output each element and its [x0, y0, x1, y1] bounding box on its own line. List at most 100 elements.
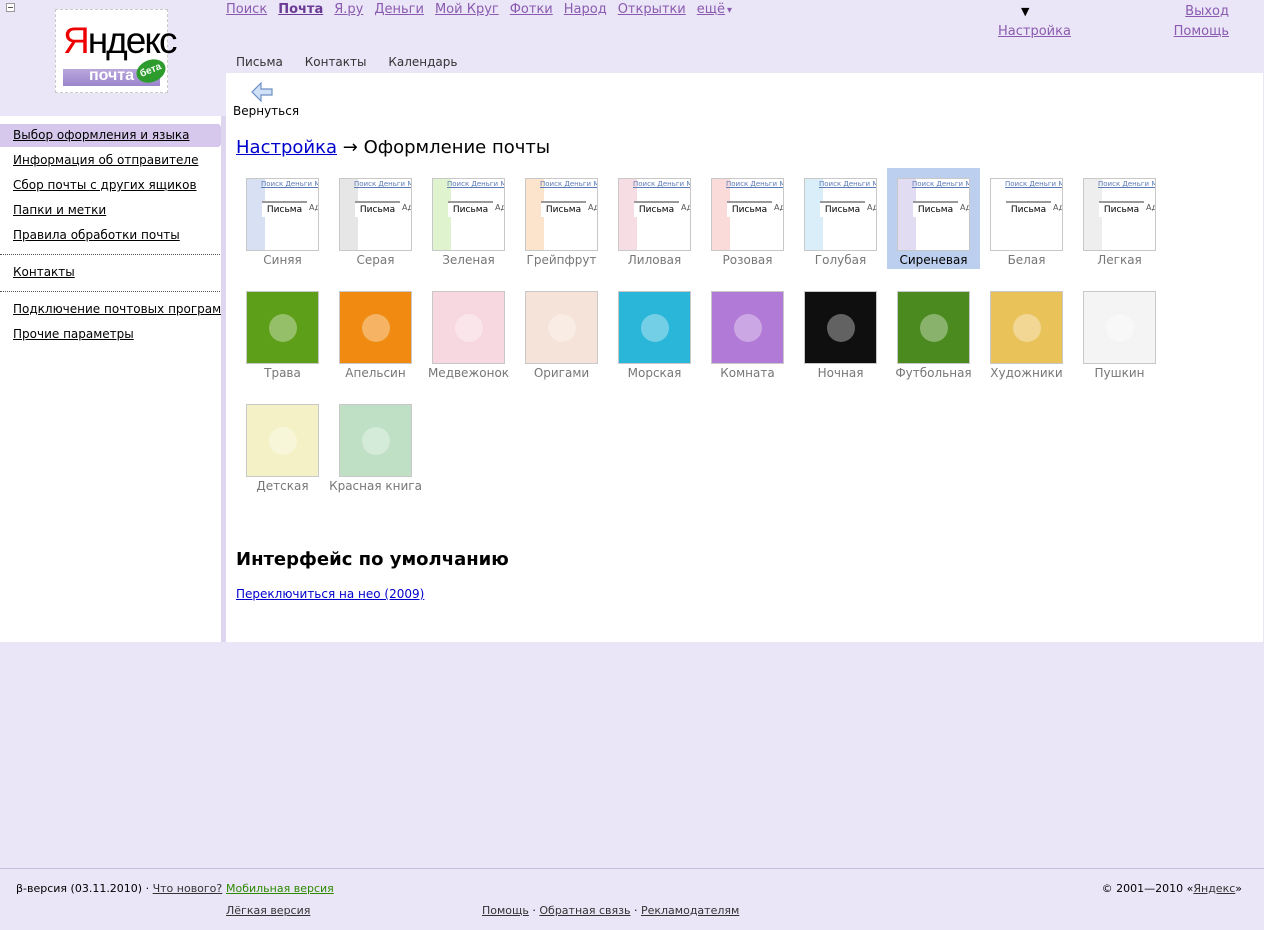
theme-option[interactable]: Апельсин	[329, 281, 422, 382]
theme-thumbnail	[246, 291, 319, 364]
theme-label: Серая	[356, 253, 395, 267]
light-version-link[interactable]: Лёгкая версия	[226, 904, 310, 917]
theme-thumbnail	[804, 291, 877, 364]
theme-option[interactable]: Медвежонок	[422, 281, 515, 382]
theme-option[interactable]: Поиск Деньги М Письма Ад Белая	[980, 168, 1073, 269]
service-link[interactable]: Фотки	[510, 2, 553, 17]
collapse-button[interactable]	[6, 3, 15, 12]
theme-option[interactable]: Ночная	[794, 281, 887, 382]
theme-label: Белая	[1007, 253, 1046, 267]
sidebar-item-rules[interactable]: Правила обработки почты	[13, 228, 180, 242]
theme-thumbnail	[246, 404, 319, 477]
service-link[interactable]: Мой Круг	[435, 2, 499, 17]
theme-thumbnail: Поиск Деньги М Письма Ад	[246, 178, 319, 251]
mini-adr: Ад	[1053, 203, 1063, 212]
mini-tab: Письма	[727, 201, 772, 217]
sidebar-divider	[0, 291, 220, 292]
theme-option[interactable]: Пушкин	[1073, 281, 1166, 382]
copyright: © 2001—2010 «Яндекс»	[1102, 882, 1242, 895]
theme-label: Сиреневая	[899, 253, 968, 267]
theme-option[interactable]: Оригами	[515, 281, 608, 382]
settings-sidebar: Выбор оформления и языка Информация об о…	[0, 116, 230, 642]
theme-picture-detail	[1106, 314, 1134, 342]
service-link[interactable]: Почта	[278, 2, 323, 17]
whats-new-link[interactable]: Что нового?	[153, 882, 223, 895]
theme-option[interactable]: Поиск Деньги М Письма Ад Серая	[329, 168, 422, 269]
mini-adr: Ад	[588, 203, 598, 212]
theme-label: Медвежонок	[427, 366, 510, 380]
sidebar-item-mail-clients[interactable]: Подключение почтовых программ	[13, 302, 230, 316]
mini-tab: Письма	[820, 201, 865, 217]
sidebar-item-folders[interactable]: Папки и метки	[13, 203, 106, 217]
theme-label: Трава	[264, 366, 301, 380]
back-label[interactable]: Вернуться	[233, 104, 299, 118]
theme-thumbnail	[711, 291, 784, 364]
settings-dropdown-icon[interactable]: ▼	[1021, 5, 1029, 18]
sidebar-item-contacts[interactable]: Контакты	[13, 265, 75, 279]
breadcrumb-arrow: →	[342, 137, 358, 158]
sidebar-item-sender-info[interactable]: Информация об отправителе	[13, 153, 198, 167]
theme-option[interactable]: Трава	[236, 281, 329, 382]
breadcrumb-settings-link[interactable]: Настройка	[236, 137, 337, 158]
theme-option[interactable]: Детская	[236, 394, 329, 495]
service-link[interactable]: Народ	[564, 2, 607, 17]
back-arrow-icon[interactable]	[251, 82, 273, 102]
theme-thumbnail	[990, 291, 1063, 364]
yandex-footer-link[interactable]: Яндекс	[1193, 882, 1235, 895]
service-link[interactable]: ещё	[697, 2, 725, 17]
switch-neo-link[interactable]: Переключиться на нео (2009)	[236, 587, 424, 601]
feedback-link[interactable]: Обратная связь	[539, 904, 630, 917]
default-interface-heading: Интерфейс по умолчанию	[236, 549, 509, 570]
service-link[interactable]: Открытки	[618, 2, 686, 17]
more-caret-icon[interactable]: ▾	[727, 5, 732, 16]
copyright-suffix: »	[1235, 882, 1242, 895]
mini-links: Поиск Деньги М	[261, 180, 319, 188]
mobile-version-link[interactable]: Мобильная версия	[226, 882, 334, 895]
tab-calendar[interactable]: Календарь	[388, 55, 457, 69]
sidebar-item-collector[interactable]: Сбор почты с других ящиков	[13, 178, 197, 192]
tab-contacts[interactable]: Контакты	[305, 55, 367, 69]
sidebar-item-other[interactable]: Прочие параметры	[13, 327, 134, 341]
theme-option[interactable]: Поиск Деньги М Письма Ад Голубая	[794, 168, 887, 269]
service-link[interactable]: Деньги	[374, 2, 424, 17]
mini-adr: Ад	[681, 203, 691, 212]
mail-subtabs: Письма Контакты Календарь	[236, 55, 475, 69]
theme-label: Морская	[627, 366, 682, 380]
theme-option[interactable]: Футбольная	[887, 281, 980, 382]
service-link[interactable]: Поиск	[226, 2, 267, 17]
theme-option[interactable]: Поиск Деньги М Письма Ад Зеленая	[422, 168, 515, 269]
help-link[interactable]: Помощь	[1174, 24, 1229, 39]
theme-thumbnail	[897, 291, 970, 364]
theme-option[interactable]: Комната	[701, 281, 794, 382]
settings-link[interactable]: Настройка	[998, 24, 1071, 39]
theme-option[interactable]: Поиск Деньги М Письма Ад Легкая	[1073, 168, 1166, 269]
theme-option[interactable]: Морская	[608, 281, 701, 382]
theme-picture-detail	[455, 314, 483, 342]
theme-option[interactable]: Художники	[980, 281, 1073, 382]
mini-links: Поиск Деньги М	[1005, 180, 1063, 188]
theme-picture-detail	[548, 314, 576, 342]
theme-thumbnail	[339, 291, 412, 364]
theme-label: Пушкин	[1094, 366, 1145, 380]
theme-label: Красная книга	[329, 479, 422, 493]
theme-label: Голубая	[814, 253, 867, 267]
theme-label: Лиловая	[627, 253, 682, 267]
theme-option[interactable]: Поиск Деньги М Письма Ад Сиреневая	[887, 168, 980, 269]
sidebar-item-design[interactable]: Выбор оформления и языка	[13, 128, 190, 142]
theme-option[interactable]: Поиск Деньги М Письма Ад Грейпфрут	[515, 168, 608, 269]
advertisers-link[interactable]: Рекламодателям	[641, 904, 739, 917]
theme-option[interactable]: Поиск Деньги М Письма Ад Синяя	[236, 168, 329, 269]
theme-option[interactable]: Поиск Деньги М Письма Ад Розовая	[701, 168, 794, 269]
tab-letters[interactable]: Письма	[236, 55, 283, 69]
theme-label: Футбольная	[895, 366, 972, 380]
logo-word-initial: Я	[63, 20, 90, 61]
theme-label: Апельсин	[345, 366, 406, 380]
theme-option[interactable]: Красная книга	[329, 394, 422, 495]
theme-label: Детская	[256, 479, 309, 493]
theme-option[interactable]: Поиск Деньги М Письма Ад Лиловая	[608, 168, 701, 269]
theme-thumbnail: Поиск Деньги М Письма Ад	[1083, 178, 1156, 251]
logout-link[interactable]: Выход	[1185, 4, 1229, 19]
footer-help-link[interactable]: Помощь	[482, 904, 529, 917]
yandex-mail-logo[interactable]: Яндекс почта бета	[55, 9, 177, 93]
service-link[interactable]: Я.ру	[334, 2, 363, 17]
